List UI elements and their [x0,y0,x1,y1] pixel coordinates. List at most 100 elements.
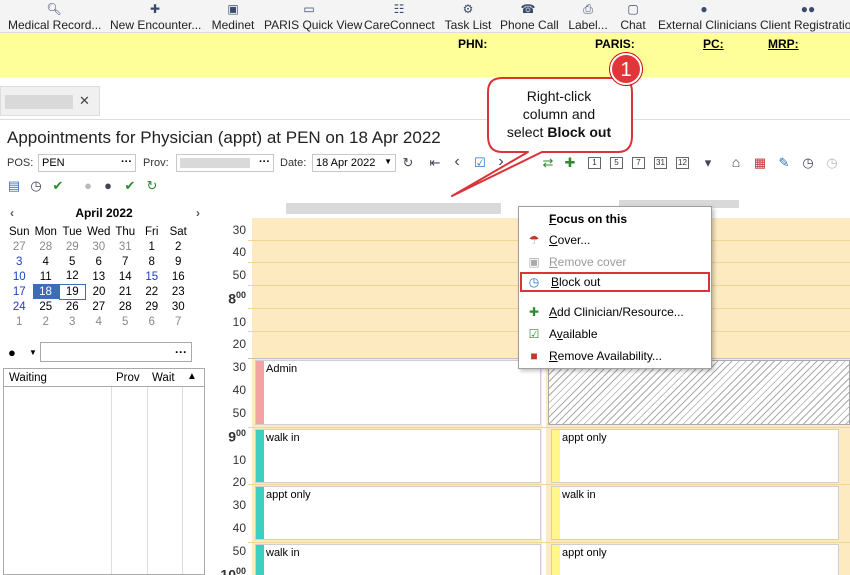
appointment-slot[interactable]: Admin [255,360,541,425]
menu-item-focus-on-this[interactable]: Focus on this [520,209,710,229]
blocked-out-slot[interactable] [548,360,850,425]
calendar-day[interactable]: 24 [6,299,33,314]
calendar-day[interactable]: 28 [33,239,60,254]
paris-quick-view-button[interactable]: ▭ PARIS Quick View [264,0,362,33]
next-month-icon[interactable]: › [196,204,200,222]
calendar-day[interactable]: 7 [165,314,192,329]
chat-button[interactable]: ▢ Chat [618,0,648,33]
calendar-day[interactable]: 5 [112,314,139,329]
careconnect-button[interactable]: ☷ CareConnect [364,0,435,33]
calendar-day[interactable]: 7 [112,254,139,269]
appointment-slot[interactable]: walk in [551,486,839,540]
person-check-icon[interactable]: ✔ [122,178,138,194]
calendar-day[interactable]: 17 [6,284,33,299]
label-button[interactable]: ⎙ Label... [566,0,610,33]
client-registration-button[interactable]: ●● Client Registration [760,0,850,33]
chevron-down-icon[interactable]: ▼ [384,157,392,166]
sort-up-icon[interactable]: ▲ [187,371,197,382]
chevron-down-icon[interactable]: ▼ [29,348,37,357]
previous-month-icon[interactable]: ‹ [10,204,14,222]
calendar-day[interactable]: 27 [6,239,33,254]
calendar-day[interactable]: 6 [139,314,166,329]
edit-icon[interactable]: ✎ [776,155,792,171]
calendar-day-today[interactable]: 19 [58,283,86,300]
appointments-tab[interactable]: ✕ [0,86,100,116]
calendar-day[interactable]: 30 [165,299,192,314]
appointment-slot[interactable]: walk in [255,544,541,575]
calendar-day[interactable]: 6 [86,254,113,269]
schedule-icon[interactable]: ▤ [6,178,22,194]
appointment-slot[interactable]: appt only [255,486,541,540]
calendar-day[interactable]: 3 [6,254,33,269]
twelve-view-icon[interactable]: 12 [676,157,689,169]
person-icon[interactable]: ● [8,345,16,360]
appointment-slot[interactable]: appt only [551,429,839,483]
history-icon[interactable]: ◷ [28,178,44,194]
phone-call-button[interactable]: ☎ Phone Call [500,0,559,33]
refresh-icon[interactable]: ↻ [400,155,416,171]
calendar-day[interactable]: 10 [6,269,33,284]
refresh-people-icon[interactable]: ↻ [144,178,160,194]
calendar-day[interactable]: 20 [86,284,113,299]
wait-column-header[interactable]: Wait [152,372,175,384]
prov-column-header[interactable]: Prov [116,372,140,384]
appointment-slot[interactable]: walk in [255,429,541,483]
calendar-day[interactable]: 31 [112,239,139,254]
pc-link[interactable]: PC: [703,37,724,51]
waiting-column-header[interactable]: Waiting [9,372,47,384]
calendar-day[interactable]: 3 [59,314,86,329]
calendar-day[interactable]: 2 [165,239,192,254]
calendar-day[interactable]: 9 [165,254,192,269]
task-list-button[interactable]: ⚙ Task List [444,0,492,33]
menu-item-available[interactable]: ☑ Available [520,324,710,344]
external-clinicians-button[interactable]: ● External Clinicians [658,0,757,33]
calendar-day[interactable]: 27 [86,299,113,314]
time-check-icon[interactable]: ✔ [50,178,66,194]
pos-field[interactable]: PEN ··· [38,154,136,172]
provider-browse-button[interactable]: ··· [175,345,187,359]
provider-search-input[interactable]: ··· [40,342,192,362]
appointment-slot[interactable]: appt only [551,544,839,575]
menu-item-block-out[interactable]: ◷ Block out [520,272,710,292]
calendar-day[interactable]: 12 [59,269,86,284]
clock-icon[interactable]: ◷ [800,155,816,171]
month-view-icon[interactable]: 31 [654,157,667,169]
calendar-day[interactable]: 15 [139,269,166,284]
prov-field[interactable]: ··· [176,154,274,172]
person-stand-icon[interactable]: ● [100,178,116,194]
calendar-day[interactable]: 29 [139,299,166,314]
calendar-day[interactable]: 1 [6,314,33,329]
menu-item-remove-availability[interactable]: ■ Remove Availability... [520,346,710,366]
pos-browse-button[interactable]: ··· [121,156,132,168]
tab-close-icon[interactable]: ✕ [79,93,90,109]
calendar-day[interactable]: 2 [33,314,60,329]
calendar-day[interactable]: 13 [86,269,113,284]
new-encounter-button[interactable]: ✚ New Encounter... [110,0,201,33]
calendar-day[interactable]: 30 [86,239,113,254]
calendar-day[interactable]: 28 [112,299,139,314]
menu-item-cover[interactable]: ☂ Cover... [520,230,710,250]
calendar-day[interactable]: 25 [33,299,60,314]
menu-item-add-clinician[interactable]: ✚ Add Clinician/Resource... [520,302,710,322]
calendar-day[interactable]: 23 [165,284,192,299]
calendar-day[interactable]: 21 [112,284,139,299]
date-picker[interactable]: 18 Apr 2022 ▼ [312,154,396,172]
calendar-day-selected[interactable]: 18 [32,284,59,299]
prov-browse-button[interactable]: ··· [259,156,270,168]
calendar-day[interactable]: 8 [139,254,166,269]
calendar-day[interactable]: 11 [33,269,60,284]
calendar-day[interactable]: 14 [112,269,139,284]
hospital-icon[interactable]: ▦ [752,155,768,171]
calendar-day[interactable]: 22 [139,284,166,299]
home-icon[interactable]: ⌂ [728,154,744,170]
calendar-day[interactable]: 4 [86,314,113,329]
calendar-day[interactable]: 26 [59,299,86,314]
calendar-day[interactable]: 1 [139,239,166,254]
person-dropdown-icon[interactable]: ▾ [700,155,716,171]
medical-record-button[interactable]: 🔍︎ Medical Record... [8,0,101,33]
calendar-day[interactable]: 4 [33,254,60,269]
calendar-day[interactable]: 16 [165,269,192,284]
medinet-button[interactable]: ▣ Medinet [210,0,256,33]
mrp-link[interactable]: MRP: [768,37,799,51]
calendar-day[interactable]: 5 [59,254,86,269]
